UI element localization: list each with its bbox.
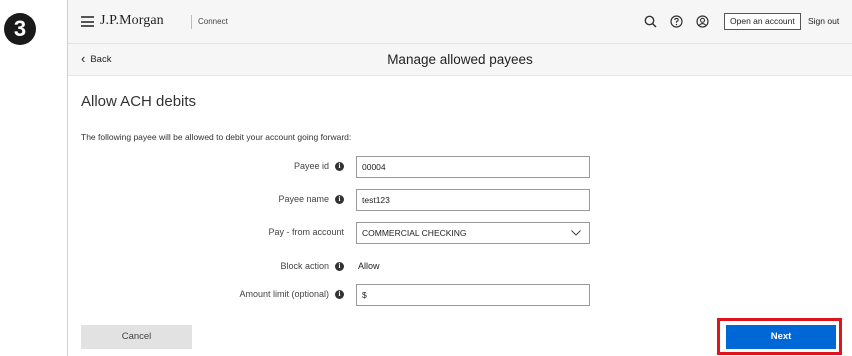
block-action-row: Block action i Allow [68, 256, 852, 278]
block-action-label: Block action i [280, 261, 344, 271]
product-name: Connect [198, 17, 228, 26]
payee-id-field[interactable]: 00004 [356, 156, 590, 178]
chevron-left-icon: ‹ [81, 51, 86, 66]
app-window: J.P.Morgan Connect Open an account Sign … [67, 0, 852, 356]
back-button[interactable]: ‹ Back [81, 51, 112, 66]
intro-text: The following payee will be allowed to d… [81, 132, 352, 142]
info-icon[interactable]: i [335, 161, 344, 171]
amount-limit-label: Amount limit (optional) i [239, 289, 344, 299]
open-account-button[interactable]: Open an account [724, 13, 801, 30]
payee-name-field[interactable]: test123 [356, 189, 590, 211]
info-icon[interactable]: i [335, 289, 344, 299]
payee-id-label: Payee id i [294, 161, 344, 171]
pay-from-account-row: Pay - from account COMMERCIAL CHECKING [68, 222, 852, 244]
section-title: Allow ACH debits [81, 93, 197, 110]
menu-icon[interactable] [81, 16, 94, 27]
cancel-button[interactable]: Cancel [81, 325, 192, 349]
user-icon[interactable] [694, 13, 710, 29]
brand-logo[interactable]: J.P.Morgan [100, 13, 164, 29]
chevron-down-icon [571, 230, 581, 236]
block-action-value: Allow [358, 261, 380, 271]
payee-name-label: Payee name i [278, 194, 344, 204]
pay-from-account-label: Pay - from account [268, 227, 344, 237]
payee-id-label-text: Payee id [293, 161, 329, 171]
sign-out-link[interactable]: Sign out [808, 16, 839, 26]
info-icon[interactable]: i [335, 261, 344, 271]
back-label: Back [90, 53, 112, 65]
page-header: Manage allowed payees ‹ Back [68, 44, 852, 76]
payee-name-row: Payee name i test123 [68, 189, 852, 211]
payee-name-label-text: Payee name [278, 194, 329, 204]
amount-limit-label-text: Amount limit (optional) [239, 289, 329, 299]
next-button[interactable]: Next [726, 325, 836, 349]
info-icon[interactable]: i [335, 194, 344, 204]
search-icon[interactable] [642, 13, 658, 29]
step-number-badge: 3 [4, 13, 36, 45]
amount-limit-row: Amount limit (optional) i $ [68, 284, 852, 306]
pay-from-account-value: COMMERCIAL CHECKING [362, 228, 467, 238]
pay-from-account-label-text: Pay - from account [268, 227, 344, 237]
pay-from-account-select[interactable]: COMMERCIAL CHECKING [356, 222, 590, 244]
help-icon[interactable] [668, 13, 684, 29]
block-action-label-text: Block action [280, 261, 329, 271]
top-navigation-bar: J.P.Morgan Connect Open an account Sign … [68, 0, 852, 44]
page-title: Manage allowed payees [387, 52, 533, 67]
amount-limit-field[interactable]: $ [356, 284, 590, 306]
payee-id-row: Payee id i 00004 [68, 156, 852, 178]
logo-divider [191, 15, 192, 29]
